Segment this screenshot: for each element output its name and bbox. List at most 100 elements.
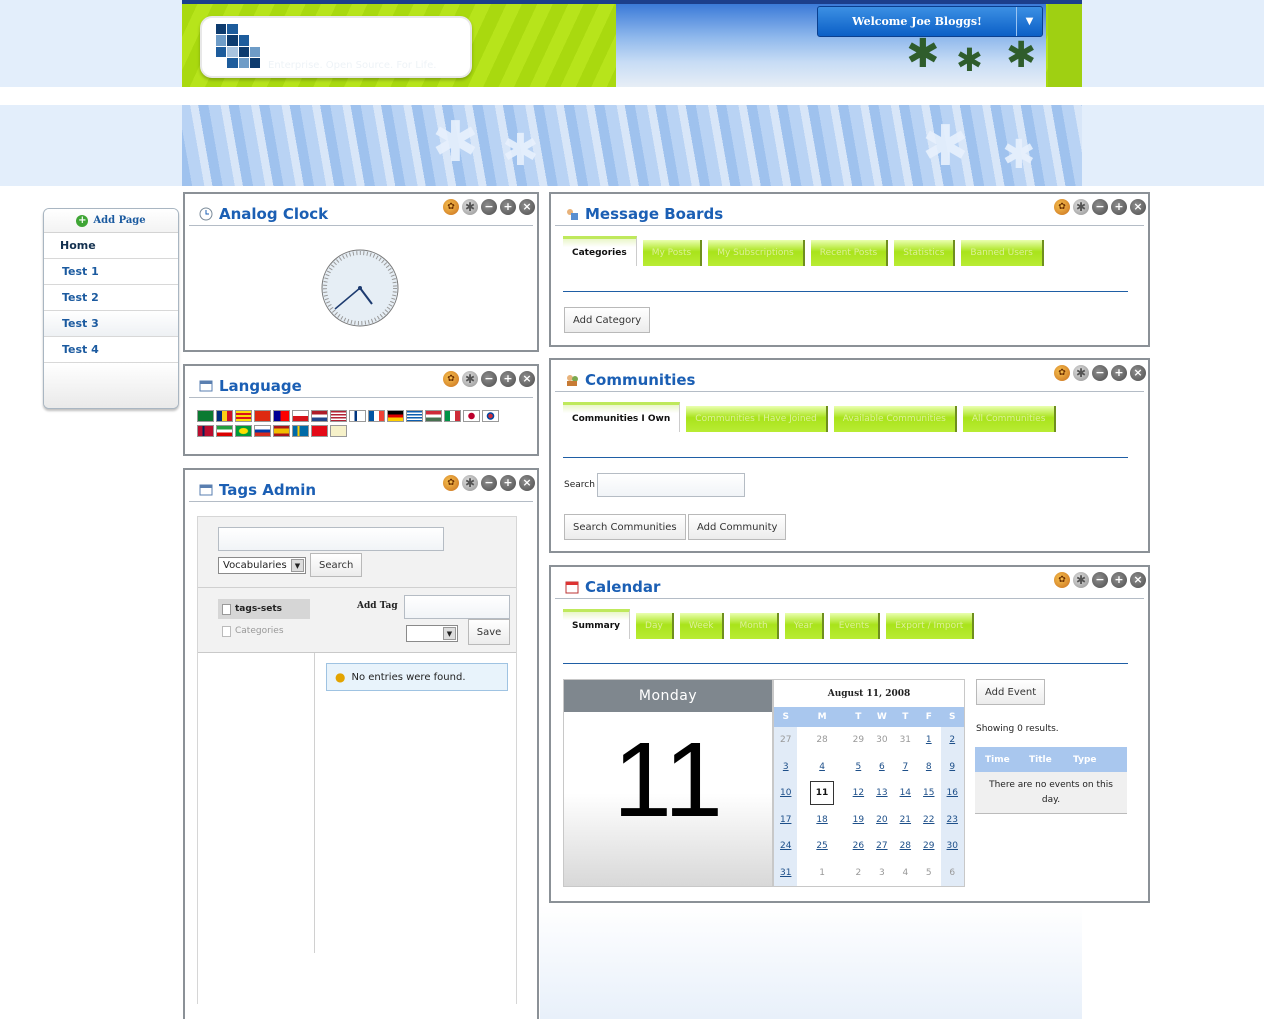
tag-search-button[interactable]: Search	[310, 553, 363, 577]
add-community-button[interactable]: Add Community	[688, 514, 787, 540]
flag-german-icon[interactable]	[387, 410, 404, 422]
minimize-icon[interactable]: −	[481, 199, 497, 215]
nav-item-test-2[interactable]: Test 2	[44, 285, 178, 311]
calendar-day[interactable]: 3	[774, 753, 798, 780]
flag-finnish-icon[interactable]	[349, 410, 366, 422]
column-header-type[interactable]: Type	[1063, 755, 1107, 765]
maximize-icon[interactable]: +	[500, 371, 516, 387]
calendar-day[interactable]: 27	[870, 833, 893, 860]
nav-item-test-4[interactable]: Test 4	[44, 337, 178, 363]
calendar-day[interactable]: 23	[940, 806, 964, 833]
minimize-icon[interactable]: −	[481, 371, 497, 387]
column-header-time[interactable]: Time	[975, 755, 1019, 765]
calendar-day[interactable]: 12	[847, 780, 870, 807]
flag-swedish-icon[interactable]	[292, 425, 309, 437]
nav-item-test-3[interactable]: Test 3	[44, 311, 178, 337]
calendar-day[interactable]: 17	[774, 806, 798, 833]
add-tag-input[interactable]	[404, 595, 510, 619]
calendar-day[interactable]: 5	[847, 754, 870, 781]
flag-korean-icon[interactable]	[482, 410, 499, 422]
close-icon[interactable]: ×	[1130, 199, 1146, 215]
minimize-icon[interactable]: −	[481, 475, 497, 491]
close-icon[interactable]: ×	[519, 199, 535, 215]
calendar-day[interactable]: 13	[870, 780, 893, 807]
calendar-day[interactable]: 4	[797, 754, 846, 781]
flag-catalan-icon[interactable]	[235, 410, 252, 422]
calendar-day[interactable]: 28	[894, 833, 917, 860]
look-and-feel-icon[interactable]: ✿	[1054, 365, 1070, 381]
tab-available-communities[interactable]: Available Communities	[833, 406, 957, 432]
add-event-button[interactable]: Add Event	[976, 679, 1046, 705]
calendar-day[interactable]: 29	[917, 833, 940, 860]
tab-day[interactable]: Day	[636, 613, 674, 639]
tab-recent-posts[interactable]: Recent Posts	[810, 240, 889, 266]
tab-week[interactable]: Week	[679, 613, 725, 639]
gear-icon[interactable]: ✱	[462, 371, 478, 387]
flag-turkish-icon[interactable]	[311, 425, 328, 437]
calendar-day[interactable]: 22	[917, 807, 940, 834]
calendar-day[interactable]: 1	[917, 727, 940, 754]
maximize-icon[interactable]: +	[1111, 572, 1127, 588]
welcome-text[interactable]: Welcome Joe Bloggs!	[818, 15, 1016, 28]
calendar-day[interactable]: 30	[940, 833, 964, 860]
calendar-day-today[interactable]: 11	[797, 780, 846, 807]
search-communities-button[interactable]: Search Communities	[564, 514, 686, 540]
flag-czech-icon[interactable]	[292, 410, 309, 422]
community-search-input[interactable]	[597, 473, 745, 497]
flag-japanese-icon[interactable]	[463, 410, 480, 422]
calendar-day[interactable]: 2	[940, 727, 964, 754]
chevron-down-icon[interactable]: ▼	[1016, 7, 1042, 36]
close-icon[interactable]: ×	[1130, 572, 1146, 588]
close-icon[interactable]: ×	[519, 371, 535, 387]
flag-greek-icon[interactable]	[406, 410, 423, 422]
calendar-day[interactable]: 20	[870, 807, 893, 834]
maximize-icon[interactable]: +	[500, 199, 516, 215]
add-page-button[interactable]: + Add Page	[44, 209, 178, 233]
gear-icon[interactable]: ✱	[462, 475, 478, 491]
tab-all-communities[interactable]: All Communities	[962, 406, 1057, 432]
flag-romanian-icon[interactable]	[216, 410, 233, 422]
flag-portuguese-icon[interactable]	[235, 425, 252, 437]
tab-communities-joined[interactable]: Communities I Have Joined	[686, 406, 828, 432]
tag-set-select[interactable]: ▼	[406, 625, 458, 642]
flag-arabic-icon[interactable]	[197, 410, 214, 422]
minimize-icon[interactable]: −	[1092, 199, 1108, 215]
tag-search-input[interactable]	[218, 527, 444, 551]
calendar-day[interactable]: 6	[870, 754, 893, 781]
flag-spanish-icon[interactable]	[273, 425, 290, 437]
tab-year[interactable]: Year	[784, 613, 824, 639]
calendar-day[interactable]: 15	[917, 780, 940, 807]
tab-categories[interactable]: Categories	[563, 236, 637, 266]
flag-vietnamese-icon[interactable]	[330, 425, 347, 437]
calendar-day[interactable]: 9	[940, 753, 964, 780]
gear-icon[interactable]: ✱	[462, 199, 478, 215]
column-header-title[interactable]: Title	[1019, 755, 1063, 765]
tab-banned-users[interactable]: Banned Users	[961, 240, 1044, 266]
calendar-day[interactable]: 19	[847, 807, 870, 834]
add-category-button[interactable]: Add Category	[564, 307, 651, 333]
calendar-day[interactable]: 24	[774, 833, 798, 860]
calendar-day[interactable]: 16	[940, 780, 964, 807]
flag-chinese-simplified-icon[interactable]	[254, 410, 271, 422]
flag-hungarian-icon[interactable]	[425, 410, 442, 422]
flag-russian-icon[interactable]	[254, 425, 271, 437]
vocabulary-select[interactable]: Vocabularies ▼	[218, 557, 306, 574]
tab-my-posts[interactable]: My Posts	[642, 240, 703, 266]
minimize-icon[interactable]: −	[1092, 572, 1108, 588]
look-and-feel-icon[interactable]: ✿	[1054, 572, 1070, 588]
gear-icon[interactable]: ✱	[1073, 199, 1089, 215]
tab-events[interactable]: Events	[829, 613, 881, 639]
flag-italian-icon[interactable]	[444, 410, 461, 422]
calendar-day[interactable]: 14	[894, 780, 917, 807]
calendar-day[interactable]: 18	[797, 807, 846, 834]
flag-french-icon[interactable]	[368, 410, 385, 422]
maximize-icon[interactable]: +	[500, 475, 516, 491]
look-and-feel-icon[interactable]: ✿	[443, 371, 459, 387]
flag-english-icon[interactable]	[330, 410, 347, 422]
calendar-day[interactable]: 10	[774, 780, 798, 807]
welcome-dock[interactable]: Welcome Joe Bloggs! ▼	[817, 6, 1043, 37]
calendar-day[interactable]: 21	[894, 807, 917, 834]
nav-item-test-1[interactable]: Test 1	[44, 259, 178, 285]
calendar-day[interactable]: 8	[917, 754, 940, 781]
look-and-feel-icon[interactable]: ✿	[443, 475, 459, 491]
